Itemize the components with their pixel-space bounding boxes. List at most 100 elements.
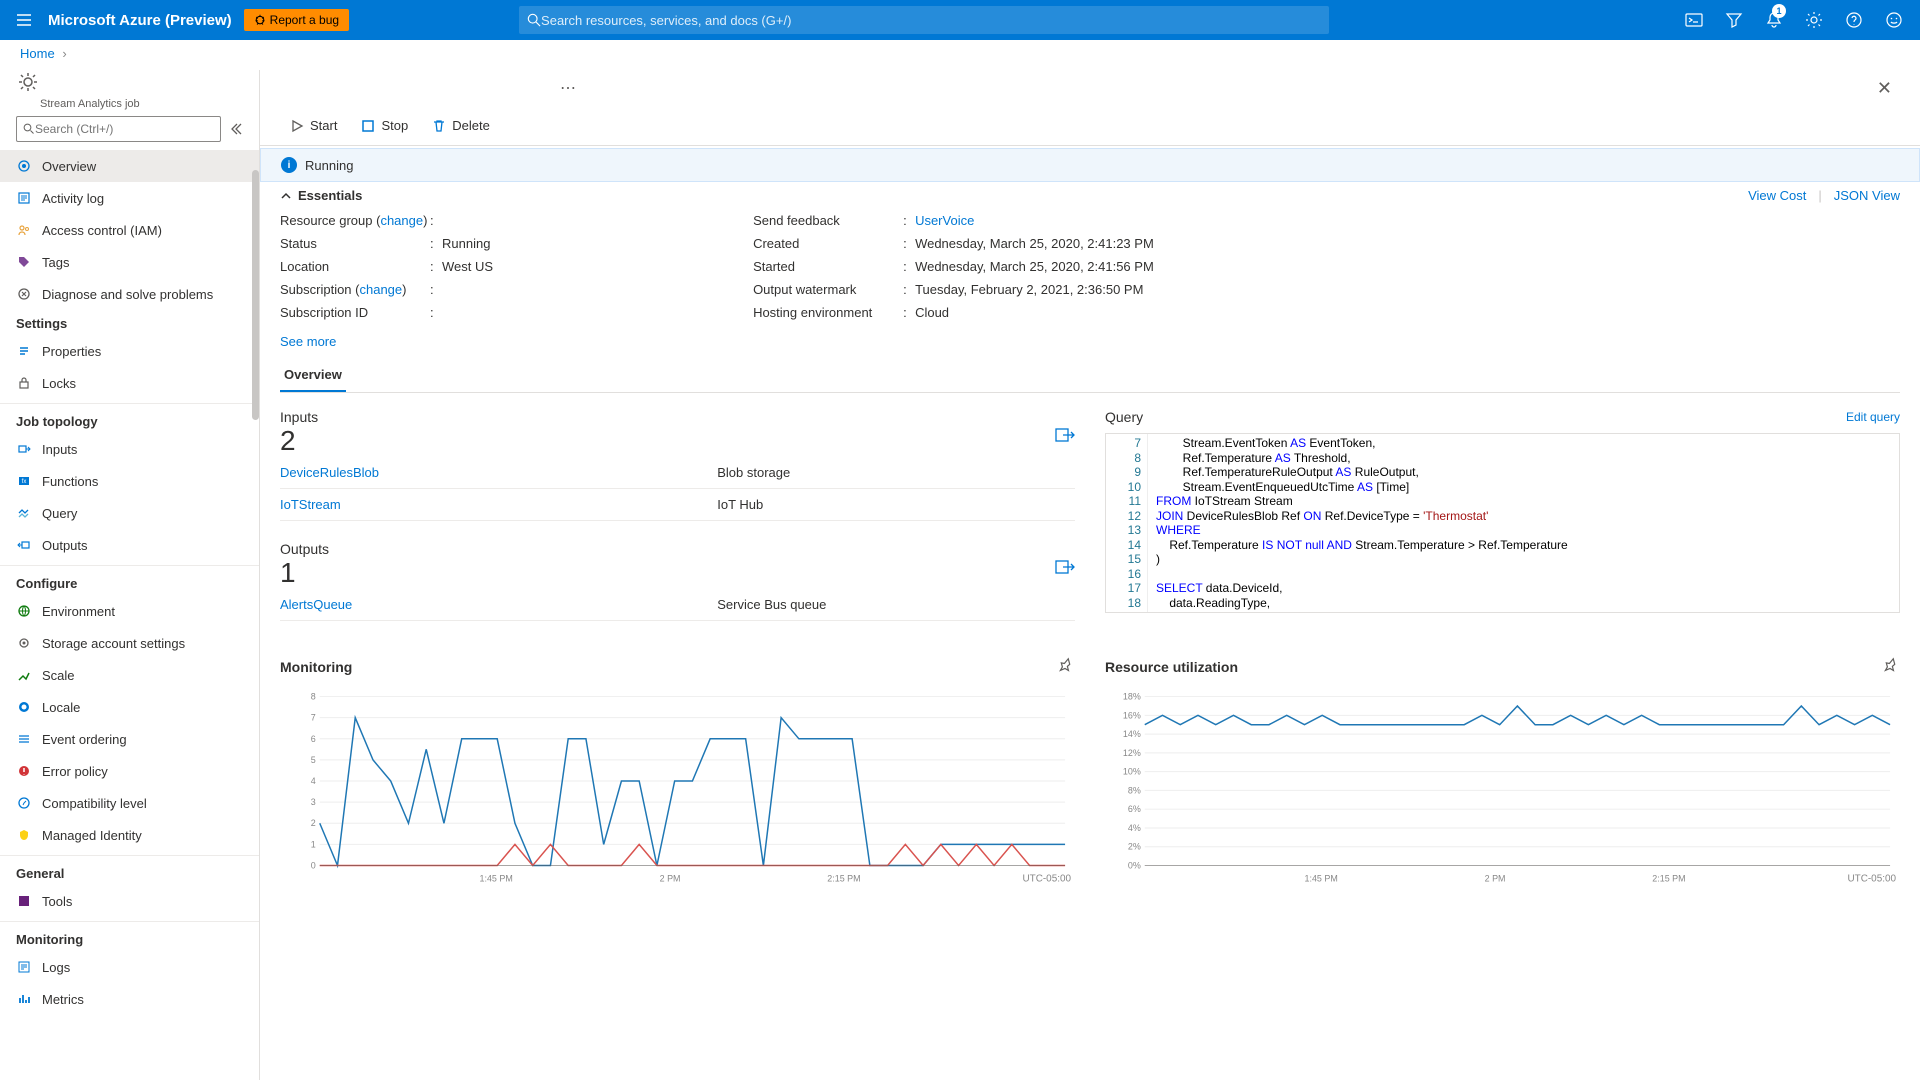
global-search[interactable] <box>519 6 1329 34</box>
io-name[interactable]: IoTStream <box>280 489 717 521</box>
svg-text:UTC-05:00: UTC-05:00 <box>1022 873 1071 884</box>
menu-item-overview[interactable]: Overview <box>0 150 259 182</box>
menu-item-functions[interactable]: fxFunctions <box>0 465 259 497</box>
menu-item-locale[interactable]: Locale <box>0 691 259 723</box>
menu-item-tools[interactable]: Tools <box>0 885 259 917</box>
stop-button[interactable]: Stop <box>351 114 418 137</box>
essentials-row: Output watermark:Tuesday, February 2, 20… <box>753 282 1154 297</box>
query-editor[interactable]: 7 8 9 10 11 12 13 14 15 16 17 18 19 Stre… <box>1105 433 1900 613</box>
directory-filter-icon[interactable] <box>1716 0 1752 40</box>
change-link[interactable]: change <box>359 282 402 297</box>
top-icons: 1 <box>1676 0 1912 40</box>
menu-item-access-control-iam-[interactable]: Access control (IAM) <box>0 214 259 246</box>
hamburger-menu[interactable] <box>8 4 40 36</box>
locale-icon <box>16 699 32 715</box>
scale-icon <box>16 667 32 683</box>
notifications-icon[interactable]: 1 <box>1756 0 1792 40</box>
change-link[interactable]: change <box>380 213 423 228</box>
feedback-icon[interactable] <box>1876 0 1912 40</box>
svg-text:12%: 12% <box>1123 748 1141 758</box>
add-output-button[interactable] <box>1055 557 1075 577</box>
view-cost-link[interactable]: View Cost <box>1748 188 1806 203</box>
essentials-row: Subscription ID: <box>280 305 493 320</box>
monitoring-chart[interactable]: 0123456781:45 PM2 PM2:15 PMUTC-05:00 <box>280 686 1075 886</box>
props-icon <box>16 343 32 359</box>
menu-item-environment[interactable]: Environment <box>0 595 259 627</box>
settings-icon[interactable] <box>1796 0 1832 40</box>
cloud-shell-icon[interactable] <box>1676 0 1712 40</box>
menu-item-scale[interactable]: Scale <box>0 659 259 691</box>
help-icon[interactable] <box>1836 0 1872 40</box>
tab-overview[interactable]: Overview <box>280 359 346 392</box>
menu-item-metrics[interactable]: Metrics <box>0 983 259 1015</box>
menu-scrollbar[interactable] <box>252 170 259 420</box>
svg-text:fx: fx <box>22 479 27 485</box>
menu-item-properties[interactable]: Properties <box>0 335 259 367</box>
menu-item-logs[interactable]: Logs <box>0 951 259 983</box>
menu-search[interactable] <box>16 116 221 142</box>
svg-text:0: 0 <box>311 860 316 870</box>
breadcrumb-home[interactable]: Home <box>20 46 55 61</box>
io-row: DeviceRulesBlobBlob storage <box>280 457 1075 489</box>
search-icon <box>527 13 541 27</box>
iam-icon <box>16 222 32 238</box>
menu-item-tags[interactable]: Tags <box>0 246 259 278</box>
delete-button[interactable]: Delete <box>422 114 500 137</box>
menu-item-outputs[interactable]: Outputs <box>0 529 259 561</box>
menu-section: Monitoring <box>0 921 259 951</box>
menu-item-managed-identity[interactable]: Managed Identity <box>0 819 259 851</box>
menu-item-activity-log[interactable]: Activity log <box>0 182 259 214</box>
stop-icon <box>361 119 375 133</box>
menu-search-input[interactable] <box>35 122 214 136</box>
essentials-row: Created:Wednesday, March 25, 2020, 2:41:… <box>753 236 1154 251</box>
info-icon: i <box>281 157 297 173</box>
essentials-link[interactable]: UserVoice <box>915 213 974 228</box>
azure-logo[interactable]: Microsoft Azure (Preview) <box>48 12 232 29</box>
monitoring-title: Monitoring <box>280 659 352 675</box>
menu-item-locks[interactable]: Locks <box>0 367 259 399</box>
svg-text:2 PM: 2 PM <box>1485 873 1506 883</box>
io-name[interactable]: AlertsQueue <box>280 589 717 621</box>
menu-item-inputs[interactable]: Inputs <box>0 433 259 465</box>
svg-text:UTC-05:00: UTC-05:00 <box>1847 873 1896 884</box>
chevron-right-icon: › <box>62 46 66 61</box>
svg-text:2: 2 <box>311 818 316 828</box>
global-search-input[interactable] <box>541 13 1321 28</box>
utilization-chart[interactable]: 0%2%4%6%8%10%12%14%16%18%1:45 PM2 PM2:15… <box>1105 686 1900 886</box>
compat-icon <box>16 795 32 811</box>
outputs-header: Outputs 1 <box>280 541 1075 589</box>
storage-icon <box>16 635 32 651</box>
tags-icon <box>16 254 32 270</box>
io-name[interactable]: DeviceRulesBlob <box>280 457 717 489</box>
menu-item-error-policy[interactable]: Error policy <box>0 755 259 787</box>
edit-query-link[interactable]: Edit query <box>1846 410 1900 424</box>
pin-monitoring-button[interactable] <box>1059 657 1075 676</box>
essentials-toggle[interactable]: Essentials <box>280 188 362 203</box>
query-icon <box>16 505 32 521</box>
start-button[interactable]: Start <box>280 114 347 137</box>
menu-item-query[interactable]: Query <box>0 497 259 529</box>
close-blade-button[interactable]: ✕ <box>1869 74 1900 103</box>
more-menu[interactable]: ⋯ <box>560 78 578 98</box>
svg-text:0%: 0% <box>1128 860 1141 870</box>
collapse-menu-button[interactable] <box>227 119 247 139</box>
svg-text:8: 8 <box>311 692 316 702</box>
inputs-header: Inputs 2 <box>280 409 1075 457</box>
log-icon <box>16 190 32 206</box>
env-icon <box>16 603 32 619</box>
json-view-link[interactable]: JSON View <box>1834 188 1900 203</box>
inputs-table: DeviceRulesBlobBlob storageIoTStreamIoT … <box>280 457 1075 521</box>
svg-text:4: 4 <box>311 776 316 786</box>
add-input-button[interactable] <box>1055 425 1075 445</box>
menu-item-event-ordering[interactable]: Event ordering <box>0 723 259 755</box>
see-more-link[interactable]: See more <box>280 328 336 359</box>
report-bug-button[interactable]: Report a bug <box>244 9 349 31</box>
menu-item-diagnose-and-solve-problems[interactable]: Diagnose and solve problems <box>0 278 259 310</box>
essentials-row: Subscription (change): <box>280 282 493 297</box>
menu-item-compatibility-level[interactable]: Compatibility level <box>0 787 259 819</box>
pin-utilization-button[interactable] <box>1884 657 1900 676</box>
io-type: IoT Hub <box>717 489 1075 521</box>
menu-item-storage-account-settings[interactable]: Storage account settings <box>0 627 259 659</box>
error-icon <box>16 763 32 779</box>
essentials-row: Location:West US <box>280 259 493 274</box>
